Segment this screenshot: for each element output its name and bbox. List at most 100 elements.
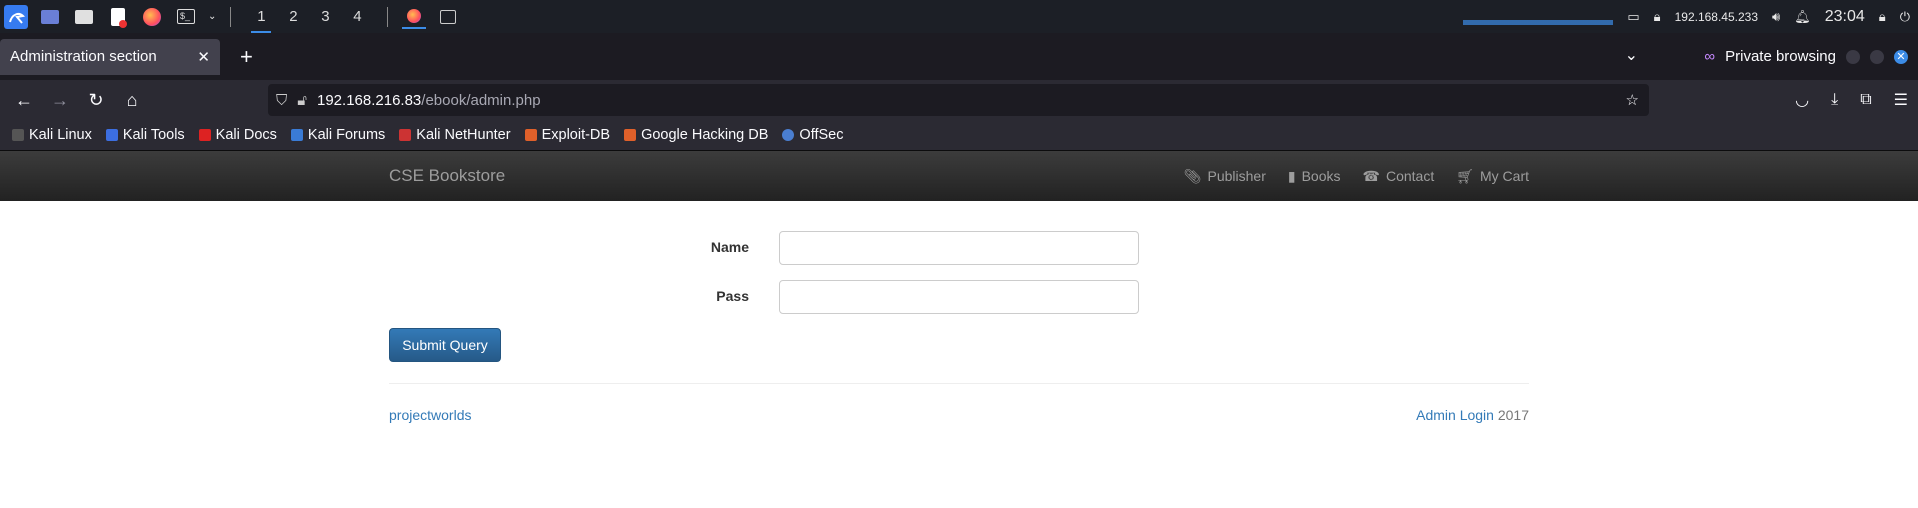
- bookmark-kali-forums[interactable]: Kali Forums: [290, 127, 386, 143]
- bookmark-label: Kali NetHunter: [416, 127, 511, 143]
- offsec-icon: [782, 129, 795, 141]
- volume-icon[interactable]: 🔊︎: [1772, 9, 1780, 25]
- clock: 23:04: [1824, 7, 1865, 25]
- workspace-2[interactable]: 2: [277, 8, 309, 25]
- cpu-graph: [1463, 8, 1614, 25]
- back-icon[interactable]: ←: [6, 90, 42, 111]
- reload-icon[interactable]: ↻: [78, 90, 114, 111]
- kali-tools-icon: [105, 129, 118, 141]
- chevron-down-icon[interactable]: ⌄: [1625, 45, 1638, 65]
- lock-icon[interactable]: 🔒︎: [1879, 9, 1886, 25]
- bookmark-label: Google Hacking DB: [641, 127, 769, 143]
- private-browsing-icon: ∞: [1704, 48, 1716, 65]
- divider: [387, 6, 389, 27]
- bookmark-kali-nethunter[interactable]: Kali NetHunter: [399, 127, 511, 143]
- pass-label: Pass: [716, 288, 749, 304]
- ip-address: 192.168.45.233: [1674, 9, 1759, 24]
- bookmark-label: Exploit-DB: [541, 127, 611, 143]
- nav-books[interactable]: ▮ Books: [1288, 168, 1341, 185]
- close-icon[interactable]: ✕: [197, 48, 210, 66]
- name-input[interactable]: [779, 231, 1139, 265]
- site-brand[interactable]: CSE Bookstore: [389, 166, 505, 186]
- book-icon: ▮: [1287, 167, 1296, 184]
- ghdb-icon: [624, 129, 637, 141]
- files-icon[interactable]: [72, 5, 96, 29]
- extensions-icon[interactable]: ⧉: [1860, 91, 1871, 109]
- chevron-down-icon[interactable]: ⌄: [208, 11, 216, 22]
- footer-projectworlds-link[interactable]: projectworlds: [389, 407, 471, 423]
- firefox-icon[interactable]: [140, 5, 164, 29]
- kali-icon: [12, 129, 24, 141]
- url-host: 192.168.216.83: [317, 91, 422, 109]
- footer-year: 2017: [1497, 407, 1529, 423]
- bookmark-label: Kali Linux: [29, 127, 92, 143]
- minimize-button[interactable]: [1846, 49, 1860, 64]
- terminal-icon[interactable]: $_: [174, 5, 198, 29]
- kali-forums-icon: [290, 129, 303, 141]
- maximize-button[interactable]: [1870, 49, 1884, 64]
- kali-docs-icon: [198, 129, 211, 141]
- network-lock-icon[interactable]: 🔒︎: [1654, 9, 1661, 25]
- nav-publisher[interactable]: 📎︎ Publisher: [1184, 168, 1266, 185]
- nav-books-label: Books: [1301, 168, 1341, 184]
- bookmark-star-icon[interactable]: ☆: [1626, 91, 1639, 109]
- bookmark-exploit-db[interactable]: Exploit-DB: [524, 127, 611, 143]
- divider: [230, 6, 232, 27]
- name-label: Name: [710, 239, 749, 255]
- workspace-4[interactable]: 4: [341, 8, 373, 25]
- footer-divider: [389, 383, 1529, 384]
- home-icon[interactable]: ⌂: [114, 90, 150, 111]
- workspace-1[interactable]: 1: [245, 8, 277, 33]
- url-path: /ebook/admin.php: [421, 91, 541, 109]
- pass-input[interactable]: [779, 280, 1139, 314]
- nav-cart[interactable]: 🛒︎ My Cart: [1456, 168, 1529, 185]
- terminal-window-icon[interactable]: [436, 5, 460, 29]
- footer-right: Admin Login 2017: [1416, 407, 1529, 423]
- editor-icon[interactable]: [106, 5, 130, 29]
- firefox-window-icon[interactable]: [402, 5, 427, 29]
- nav-publisher-label: Publisher: [1207, 168, 1266, 184]
- power-icon[interactable]: ⏻: [1900, 9, 1910, 25]
- workspace-switcher: 1 2 3 4: [245, 0, 373, 33]
- forward-icon[interactable]: →: [42, 90, 78, 111]
- nav-contact-label: Contact: [1385, 168, 1435, 184]
- phone-icon: ☎: [1362, 167, 1380, 184]
- nav-cart-label: My Cart: [1480, 168, 1529, 184]
- nav-bar: ← → ↻ ⌂ ⛉ 🔓︎ 192.168.216.83/ebook/admin.…: [0, 80, 1918, 120]
- submit-button[interactable]: Submit Query: [389, 328, 501, 362]
- desktop-icon[interactable]: [38, 5, 62, 29]
- bookmark-label: OffSec: [799, 127, 844, 143]
- paperclip-icon: 📎︎: [1183, 167, 1202, 184]
- close-window-button[interactable]: ✕: [1894, 49, 1908, 64]
- bookmarks-bar: Kali Linux Kali Tools Kali Docs Kali For…: [0, 120, 1918, 151]
- cart-icon: 🛒︎: [1456, 167, 1474, 184]
- site-navbar: CSE Bookstore 📎︎ Publisher ▮ Books ☎ Contac…: [0, 151, 1918, 201]
- pocket-icon[interactable]: ◡: [1795, 90, 1809, 110]
- bookmark-kali-linux[interactable]: Kali Linux: [12, 127, 92, 143]
- shield-icon[interactable]: ⛉: [276, 92, 287, 109]
- bookmark-kali-docs[interactable]: Kali Docs: [198, 127, 277, 143]
- menu-icon[interactable]: ☰: [1894, 90, 1908, 110]
- os-taskbar: $_ ⌄ 1 2 3 4 ▭ 🔒︎ 192.168.45.233 🔊︎ 🔔︎ 2…: [0, 0, 1918, 33]
- url-bar[interactable]: ⛉ 🔓︎ 192.168.216.83/ebook/admin.php ☆: [268, 84, 1649, 116]
- nav-contact[interactable]: ☎ Contact: [1363, 168, 1435, 185]
- bookmark-label: Kali Tools: [122, 127, 185, 143]
- bookmark-offsec[interactable]: OffSec: [782, 127, 843, 143]
- bookmark-google-hacking-db[interactable]: Google Hacking DB: [624, 127, 768, 143]
- workspace-3[interactable]: 3: [309, 8, 341, 25]
- kali-menu-icon[interactable]: [4, 4, 28, 29]
- notification-icon[interactable]: 🔔︎: [1794, 9, 1811, 25]
- tab-admin[interactable]: Administration section ✕: [0, 38, 220, 75]
- private-browsing-label: Private browsing: [1725, 48, 1836, 65]
- exploit-db-icon: [524, 129, 537, 141]
- insecure-lock-icon[interactable]: 🔓︎: [297, 92, 307, 109]
- downloads-icon[interactable]: ⤓: [1831, 91, 1838, 109]
- tab-title: Administration section: [10, 48, 157, 65]
- admin-login-link[interactable]: Admin Login: [1416, 407, 1494, 423]
- screen-icon[interactable]: ▭: [1627, 9, 1639, 25]
- bookmark-label: Kali Forums: [307, 127, 386, 143]
- new-tab-button[interactable]: +: [240, 44, 253, 70]
- tab-bar: Administration section ✕ + ⌄ ∞ Private b…: [0, 33, 1918, 80]
- nethunter-icon: [399, 129, 412, 141]
- bookmark-kali-tools[interactable]: Kali Tools: [105, 127, 185, 143]
